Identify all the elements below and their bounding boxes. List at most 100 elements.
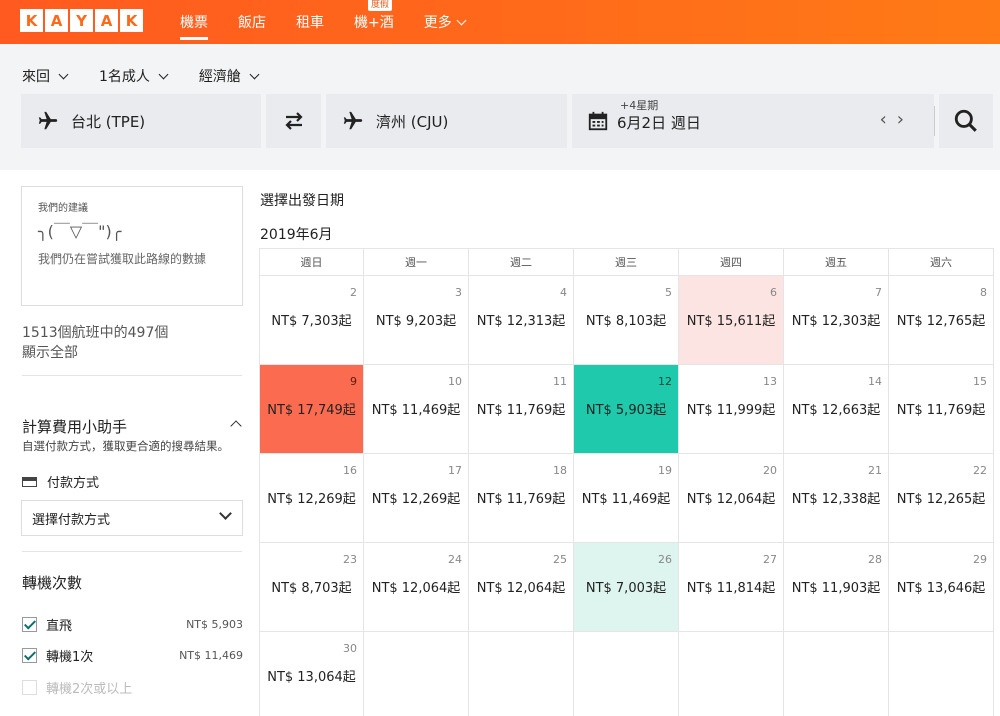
calendar-day-cell[interactable]: 18 NT$ 11,769起 <box>469 454 574 543</box>
checkbox[interactable] <box>22 647 37 663</box>
day-price: NT$ 12,663起 <box>791 403 881 418</box>
suggestion-emoticon: ╮(￣▽￣")╭ <box>38 222 122 241</box>
destination-field[interactable]: 濟州 (CJU) <box>326 94 567 148</box>
stop-label: 轉機1次 <box>46 649 94 665</box>
calendar-empty-cell <box>784 632 889 716</box>
day-price: NT$ 13,646起 <box>896 581 986 596</box>
calendar-day-cell[interactable]: 22 NT$ 12,265起 <box>889 454 994 543</box>
calendar-day-cell[interactable]: 28 NT$ 11,903起 <box>784 543 889 632</box>
calendar-day-cell[interactable]: 14 NT$ 12,663起 <box>784 365 889 454</box>
calendar-day-cell[interactable]: 4 NT$ 12,313起 <box>469 276 574 365</box>
date-prev-button[interactable]: ‹ <box>880 109 897 130</box>
day-price: NT$ 12,303起 <box>791 314 881 329</box>
day-price: NT$ 12,765起 <box>896 314 986 329</box>
stops-filter-nonstop[interactable]: 直飛 NT$ 5,903 <box>22 614 243 634</box>
calendar-day-cell[interactable]: 30 NT$ 13,064起 <box>259 632 364 716</box>
calendar-day-cell[interactable]: 26 NT$ 7,003起 <box>574 543 679 632</box>
weekday-label: 週三 <box>574 248 679 276</box>
chevron-up-icon[interactable] <box>230 420 242 432</box>
logo-letter: A <box>45 9 68 32</box>
day-number: 24 <box>448 553 462 566</box>
day-price: NT$ 12,338起 <box>791 492 881 507</box>
nav-cars[interactable]: 租車 <box>296 0 324 44</box>
stops-filter-one-stop[interactable]: 轉機1次 NT$ 11,469 <box>22 645 243 665</box>
calendar-day-cell[interactable]: 6 NT$ 15,611起 <box>679 276 784 365</box>
calendar-day-cell[interactable]: 11 NT$ 11,769起 <box>469 365 574 454</box>
search-button[interactable] <box>939 94 993 148</box>
day-number: 5 <box>665 286 672 299</box>
swap-button[interactable] <box>266 94 321 148</box>
divider <box>22 551 242 552</box>
day-number: 20 <box>763 464 777 477</box>
calendar-day-cell[interactable]: 24 NT$ 12,064起 <box>364 543 469 632</box>
travelers-label: 1名成人 <box>99 69 150 85</box>
calendar-day-cell[interactable]: 20 NT$ 12,064起 <box>679 454 784 543</box>
date-field[interactable]: +4星期 6月2日 週日 ‹› <box>572 94 934 148</box>
calendar-day-cell[interactable]: 2 NT$ 7,303起 <box>259 276 364 365</box>
nav-hotels[interactable]: 飯店 <box>238 0 266 44</box>
kayak-logo[interactable]: K A Y A K <box>20 9 143 32</box>
day-price: NT$ 11,999起 <box>686 403 776 418</box>
calendar-day-cell[interactable]: 29 NT$ 13,646起 <box>889 543 994 632</box>
chevron-down-icon <box>58 69 69 79</box>
day-number: 25 <box>553 553 567 566</box>
logo-letter: K <box>120 9 143 32</box>
day-number: 26 <box>658 553 672 566</box>
calendar-week: 23 NT$ 8,703起 24 NT$ 12,064起 25 NT$ 12,064起 26… <box>259 543 1000 632</box>
travelers-select[interactable]: 1名成人 <box>99 66 169 86</box>
calendar-day-cell[interactable]: 27 NT$ 11,814起 <box>679 543 784 632</box>
top-bar: K A Y A K 機票 飯店 租車 度假 機+酒 更多 <box>0 0 1000 44</box>
calendar-day-cell[interactable]: 16 NT$ 12,269起 <box>259 454 364 543</box>
calendar-day-cell[interactable]: 7 NT$ 12,303起 <box>784 276 889 365</box>
day-price: NT$ 5,903起 <box>585 403 667 418</box>
calendar-body: 2 NT$ 7,303起 3 NT$ 9,203起 4 NT$ 12,313起 5 NT$ 8… <box>259 276 1000 716</box>
calendar-day-cell[interactable]: 3 NT$ 9,203起 <box>364 276 469 365</box>
calendar-day-cell[interactable]: 23 NT$ 8,703起 <box>259 543 364 632</box>
trip-type-select[interactable]: 來回 <box>22 66 69 86</box>
nav-label: 更多 <box>423 15 452 31</box>
nav-packages[interactable]: 度假 機+酒 <box>354 0 394 44</box>
cabin-label: 經濟艙 <box>198 69 241 85</box>
calendar-day-cell[interactable]: 8 NT$ 12,765起 <box>889 276 994 365</box>
cabin-select[interactable]: 經濟艙 <box>198 66 260 86</box>
day-number: 18 <box>553 464 567 477</box>
destination-value: 濟州 (CJU) <box>376 112 449 131</box>
chevron-down-icon <box>158 69 169 79</box>
calendar-week: 2 NT$ 7,303起 3 NT$ 9,203起 4 NT$ 12,313起 5 NT$ 8… <box>259 276 1000 365</box>
day-price: NT$ 11,769起 <box>896 403 986 418</box>
calendar-day-cell[interactable]: 13 NT$ 11,999起 <box>679 365 784 454</box>
calendar-day-cell[interactable]: 5 NT$ 8,103起 <box>574 276 679 365</box>
calendar-day-cell[interactable]: 10 NT$ 11,469起 <box>364 365 469 454</box>
show-all-link[interactable]: 顯示全部 <box>22 342 78 362</box>
day-number: 2 <box>350 286 357 299</box>
calendar-day-cell[interactable]: 25 NT$ 12,064起 <box>469 543 574 632</box>
nav-more[interactable]: 更多 <box>423 0 467 44</box>
payment-method-select[interactable]: 選擇付款方式 <box>21 500 243 536</box>
nav-flights[interactable]: 機票 <box>180 0 208 44</box>
payment-method-label: 付款方式 <box>22 472 99 491</box>
calendar-empty-cell <box>679 632 784 716</box>
logo-letter: K <box>20 9 43 32</box>
weekday-label: 週一 <box>364 248 469 276</box>
day-price: NT$ 11,769起 <box>476 403 566 418</box>
origin-field[interactable]: 台北 (TPE) <box>21 94 261 148</box>
calendar-day-cell[interactable]: 17 NT$ 12,269起 <box>364 454 469 543</box>
calendar-week: 30 NT$ 13,064起 <box>259 632 1000 716</box>
day-number: 4 <box>560 286 567 299</box>
day-price: NT$ 11,469起 <box>581 492 671 507</box>
checkbox[interactable] <box>22 616 37 632</box>
calendar-day-cell[interactable]: 9 NT$ 17,749起 <box>259 365 364 454</box>
date-next-button[interactable]: › <box>897 109 914 130</box>
stops-filter-title: 轉機次數 <box>22 574 83 592</box>
divider <box>934 106 935 136</box>
calendar-day-cell[interactable]: 15 NT$ 11,769起 <box>889 365 994 454</box>
day-price: NT$ 12,064起 <box>476 581 566 596</box>
checkbox <box>22 679 37 695</box>
stops-filter-two-plus: 轉機2次或以上 <box>22 677 243 697</box>
stop-price: NT$ 11,469 <box>179 648 243 662</box>
calendar-day-cell[interactable]: 19 NT$ 11,469起 <box>574 454 679 543</box>
calendar-day-cell[interactable]: 12 NT$ 5,903起 <box>574 365 679 454</box>
day-price: NT$ 17,749起 <box>267 403 356 418</box>
calendar-day-cell[interactable]: 21 NT$ 12,338起 <box>784 454 889 543</box>
chevron-down-icon <box>456 15 467 25</box>
